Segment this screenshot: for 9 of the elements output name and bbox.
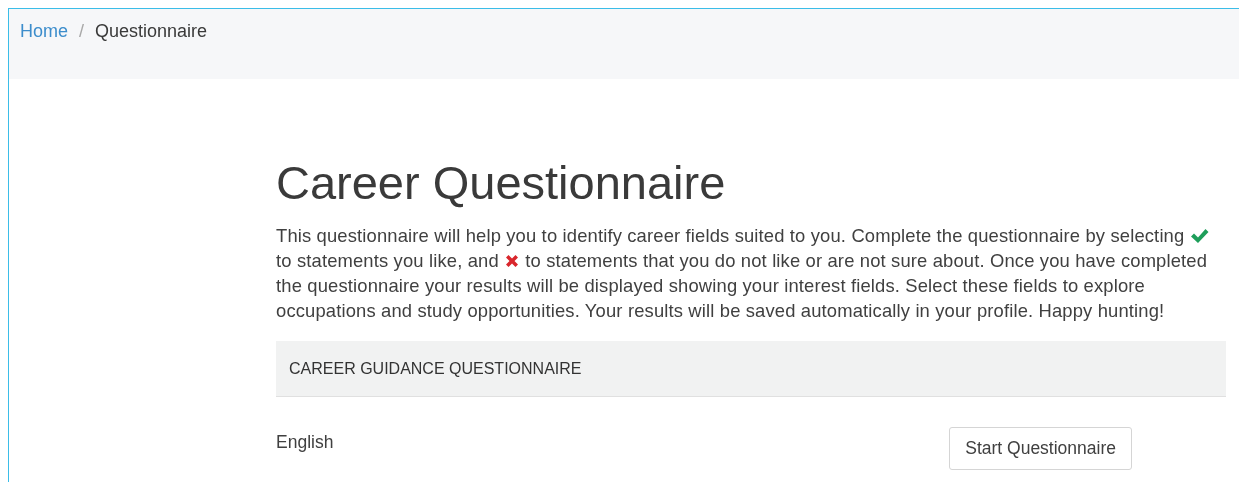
panel-header: CAREER GUIDANCE QUESTIONNAIRE [276, 341, 1226, 397]
language-label: English [276, 431, 334, 454]
check-icon [1189, 228, 1209, 244]
intro-text: This questionnaire will help you to identify career fields suited to you. Complete the questionnaire by selecting to statements you like, and to statements that you do not like or are not sure about. Once you have completed the questionnaire your results will be displayed showing your interest fields. Select these fields to explore occupations and study opportunities. Your results will be saved automatically in your profile. Happy hunting! [276, 224, 1210, 323]
cross-icon [504, 253, 521, 269]
start-questionnaire-button[interactable]: Start Questionnaire [949, 427, 1132, 470]
page-title: Career Questionnaire [276, 155, 727, 211]
breadcrumb-separator: / [79, 20, 85, 43]
breadcrumb-current: Questionnaire [95, 20, 208, 43]
